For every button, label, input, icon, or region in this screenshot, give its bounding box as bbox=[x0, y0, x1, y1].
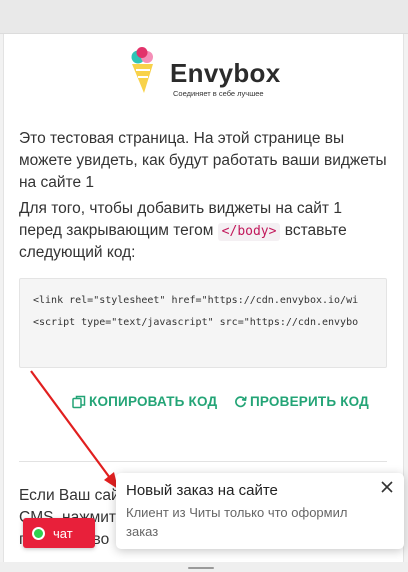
section-divider bbox=[19, 461, 387, 462]
copy-code-button[interactable]: КОПИРОВАТЬ КОД bbox=[72, 394, 217, 409]
logo-name: Envybox bbox=[170, 58, 281, 88]
chat-button[interactable]: чат bbox=[23, 518, 95, 548]
copy-code-label: КОПИРОВАТЬ КОД bbox=[89, 394, 218, 409]
ice-cream-logo-icon bbox=[131, 47, 153, 93]
body-tag-code: </body> bbox=[217, 223, 281, 241]
refresh-icon bbox=[235, 396, 247, 408]
close-icon[interactable] bbox=[379, 479, 395, 495]
notification-body: Клиент из Читы только что оформил заказ bbox=[126, 505, 348, 539]
scroll-handle[interactable] bbox=[188, 567, 214, 569]
online-status-dot bbox=[32, 526, 45, 540]
notification-title: Новый заказ на сайте bbox=[126, 482, 278, 499]
copy-icon bbox=[72, 395, 86, 408]
check-code-label: ПРОВЕРИТЬ КОД bbox=[250, 394, 369, 409]
cms-text-line1: Если Ваш сай bbox=[19, 487, 120, 504]
code-line-link: <link rel="stylesheet" href="https://cdn… bbox=[33, 295, 359, 306]
chat-label: чат bbox=[53, 525, 73, 541]
code-line-script: <script type="text/javascript" src="http… bbox=[33, 317, 359, 328]
logo-tagline: Соединяет в себе лучшее bbox=[173, 89, 264, 98]
envybox-logo: Envybox Соединяет в себе лучшее bbox=[127, 47, 287, 99]
intro-text: Это тестовая страница. На этой странице … bbox=[19, 130, 387, 191]
order-notification[interactable]: Новый заказ на сайте Клиент из Читы толь… bbox=[116, 473, 404, 549]
embed-code-box[interactable]: <link rel="stylesheet" href="https://cdn… bbox=[19, 278, 387, 368]
browser-top-bar bbox=[0, 0, 408, 34]
instruction-text: Для того, чтобы добавить виджеты на сайт… bbox=[19, 198, 389, 264]
check-code-button[interactable]: ПРОВЕРИТЬ КОД bbox=[234, 394, 369, 409]
